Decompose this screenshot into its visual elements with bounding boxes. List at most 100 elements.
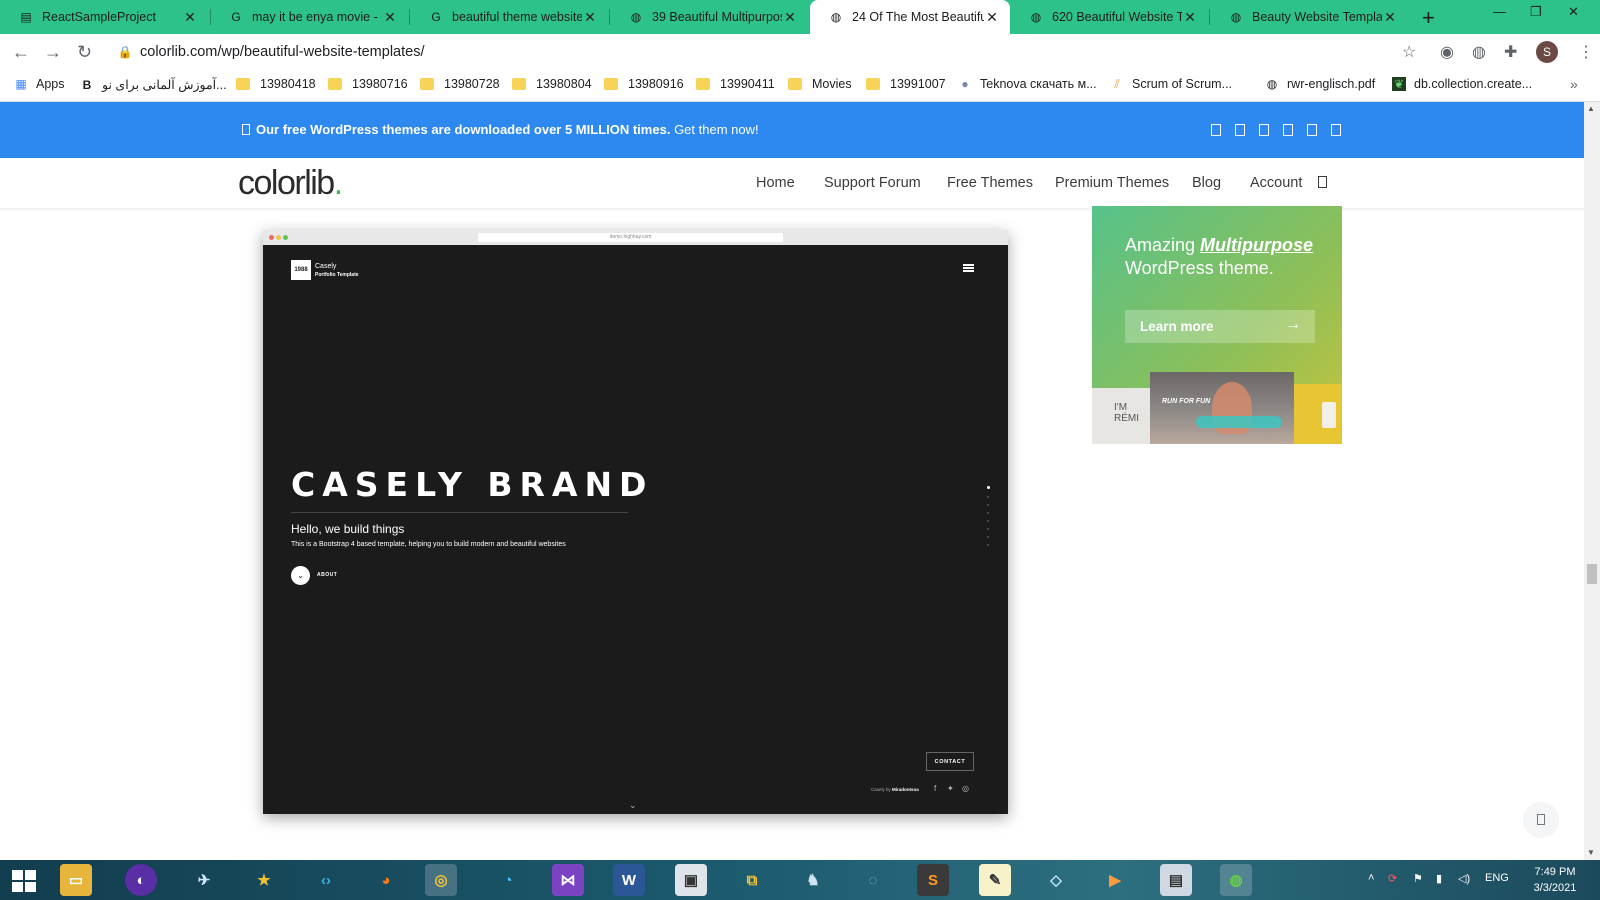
extension-icon[interactable]: ◉: [1440, 42, 1454, 62]
close-tab-icon[interactable]: ✕: [1182, 9, 1198, 26]
scroll-down-arrow-icon[interactable]: ▼: [1587, 848, 1595, 857]
nav-home[interactable]: Home: [756, 175, 795, 191]
tab-beauty-templates[interactable]: ◍ Beauty Website Templates ✕: [1210, 0, 1408, 34]
close-tab-icon[interactable]: ✕: [582, 9, 598, 26]
nav-premium-themes[interactable]: Premium Themes: [1055, 175, 1169, 191]
bookmark-rwr-pdf[interactable]: ◍ rwr-englisch.pdf: [1265, 77, 1375, 91]
bookmark-folder[interactable]: 13980916: [604, 77, 684, 91]
more-bookmarks-icon[interactable]: »: [1570, 76, 1578, 92]
close-tab-icon[interactable]: ✕: [984, 9, 1000, 26]
notepad-plus-icon[interactable]: ✎: [979, 864, 1011, 896]
pgadmin-icon[interactable]: ◌: [857, 864, 889, 896]
excel-sync-icon[interactable]: ⧉: [736, 864, 768, 896]
notebook-icon[interactable]: ◇: [1040, 864, 1072, 896]
menu-kebab-icon[interactable]: ⋮: [1578, 42, 1594, 62]
extension-globe-icon[interactable]: ◍: [1472, 42, 1486, 62]
tor-browser-icon[interactable]: ◐: [125, 864, 157, 896]
colorlib-logo[interactable]: colorlib.: [238, 164, 343, 203]
sync-app-icon[interactable]: ✈: [188, 864, 220, 896]
flag-tray-icon[interactable]: ⚑: [1413, 872, 1423, 885]
edge-icon[interactable]: ◔: [492, 864, 524, 896]
url-text[interactable]: colorlib.com/wp/beautiful-website-templa…: [140, 44, 425, 60]
ad-thumbnail-runner: RUN FOR FUN: [1150, 372, 1294, 444]
system-clock[interactable]: 7:49 PM 3/3/2021: [1520, 864, 1590, 896]
tab-active-beautiful[interactable]: ◍ 24 Of The Most Beautiful ✕: [810, 0, 1010, 34]
restore-icon[interactable]: ❐: [1530, 4, 1542, 20]
mock-hero-title: CASELY BRAND: [291, 465, 654, 504]
file-explorer-icon[interactable]: ▭: [60, 864, 92, 896]
postgresql-icon[interactable]: ♞: [797, 864, 829, 896]
tab-enya-search[interactable]: G may it be enya movie - Goo ✕: [210, 0, 408, 34]
new-tab-button[interactable]: +: [1422, 5, 1435, 31]
bookmark-apps[interactable]: ▦ Apps: [14, 77, 64, 91]
language-indicator[interactable]: ENG: [1485, 872, 1509, 884]
promo-banner[interactable]: Our free WordPress themes are downloaded…: [0, 102, 1584, 158]
promo-text[interactable]: Our free WordPress themes are downloaded…: [242, 122, 759, 137]
antivirus-tray-icon[interactable]: ⟳: [1388, 872, 1397, 885]
globe-app-icon[interactable]: ◍: [1220, 864, 1252, 896]
instagram-icon[interactable]: [1307, 124, 1317, 136]
bookmark-db-collection[interactable]: ❦ db.collection.create...: [1392, 77, 1532, 91]
calculator-icon[interactable]: ▤: [1160, 864, 1192, 896]
tab-theme-search[interactable]: G beautiful theme website - G ✕: [410, 0, 608, 34]
bookmark-folder[interactable]: 13980728: [420, 77, 500, 91]
tab-multipurpose[interactable]: ◍ 39 Beautiful Multipurpose ✕: [610, 0, 808, 34]
word-icon[interactable]: W: [613, 864, 645, 896]
close-window-icon[interactable]: ✕: [1568, 4, 1579, 20]
code-editor-icon[interactable]: ‹›: [310, 864, 342, 896]
network-tray-icon[interactable]: ▮: [1436, 872, 1442, 885]
address-bar[interactable]: 🔒 colorlib.com/wp/beautiful-website-temp…: [110, 38, 1410, 66]
firefox-icon[interactable]: ◕: [370, 864, 402, 896]
rss-icon[interactable]: [1331, 124, 1341, 136]
nav-blog[interactable]: Blog: [1192, 175, 1221, 191]
search-icon[interactable]: [1318, 176, 1327, 188]
google-icon: G: [431, 10, 441, 24]
learn-more-button[interactable]: Learn more →: [1125, 310, 1315, 343]
bookmark-folder[interactable]: 13991007: [866, 77, 946, 91]
facebook-icon[interactable]: [1211, 124, 1221, 136]
profile-avatar[interactable]: S: [1536, 41, 1558, 63]
bookmark-folder[interactable]: 13980418: [236, 77, 316, 91]
page-scrollbar[interactable]: ▲ ▼: [1584, 102, 1600, 860]
scroll-up-arrow-icon[interactable]: ▲: [1587, 104, 1595, 113]
bookmark-teknova[interactable]: ● Teknova скачать м...: [958, 77, 1096, 91]
close-tab-icon[interactable]: ✕: [782, 9, 798, 26]
bookmark-folder[interactable]: 13990411: [696, 77, 775, 91]
youtube-icon[interactable]: [1259, 124, 1269, 136]
close-tab-icon[interactable]: ✕: [1382, 9, 1398, 26]
reload-icon[interactable]: ↻: [77, 42, 92, 63]
nav-free-themes[interactable]: Free Themes: [947, 175, 1033, 191]
bookmark-scrum[interactable]: ⫽ Scrum of Scrum...: [1110, 77, 1232, 92]
chrome-icon[interactable]: ◎: [425, 864, 457, 896]
scrollbar-thumb[interactable]: [1587, 564, 1597, 584]
template-preview-image[interactable]: demo.highhay.com 1988 Casely Portfolio T…: [263, 230, 1008, 814]
bookmark-star-icon[interactable]: ☆: [1402, 42, 1416, 62]
promo-link[interactable]: Get them now!: [674, 122, 759, 137]
tab-620-templates[interactable]: ◍ 620 Beautiful Website Tem ✕: [1010, 0, 1208, 34]
forward-icon[interactable]: →: [44, 42, 62, 63]
twitter-icon[interactable]: [1235, 124, 1245, 136]
close-tab-icon[interactable]: ✕: [382, 9, 398, 26]
remote-desktop-icon[interactable]: ▣: [675, 864, 707, 896]
nav-support-forum[interactable]: Support Forum: [824, 175, 921, 191]
multipurpose-theme-ad[interactable]: Amazing Multipurpose WordPress theme. Le…: [1092, 206, 1342, 444]
pinterest-icon[interactable]: [1283, 124, 1293, 136]
volume-tray-icon[interactable]: ◁): [1458, 872, 1470, 885]
visual-studio-icon[interactable]: ⋈: [552, 864, 584, 896]
tab-react-sample-project[interactable]: ▤ ReactSampleProject ✕: [0, 0, 208, 34]
bookmark-persian-german[interactable]: B آموزش آلمانی برای نو...: [80, 77, 227, 93]
windows-start-icon[interactable]: [12, 870, 36, 892]
chat-button[interactable]: [1523, 802, 1559, 838]
sublime-text-icon[interactable]: S: [917, 864, 949, 896]
minimize-icon[interactable]: —: [1493, 4, 1506, 19]
bookmark-folder[interactable]: 13980716: [328, 77, 408, 91]
close-tab-icon[interactable]: ✕: [182, 9, 198, 26]
tray-overflow-icon[interactable]: ˄: [1368, 872, 1374, 884]
nav-account[interactable]: Account: [1250, 175, 1302, 191]
extensions-puzzle-icon[interactable]: ✚: [1504, 42, 1517, 62]
media-player-icon[interactable]: ▶: [1099, 864, 1131, 896]
starlink-app-icon[interactable]: ★: [248, 864, 280, 896]
bookmark-folder[interactable]: 13980804: [512, 77, 592, 91]
back-icon[interactable]: ←: [12, 42, 30, 63]
bookmark-folder-movies[interactable]: Movies: [788, 77, 852, 91]
